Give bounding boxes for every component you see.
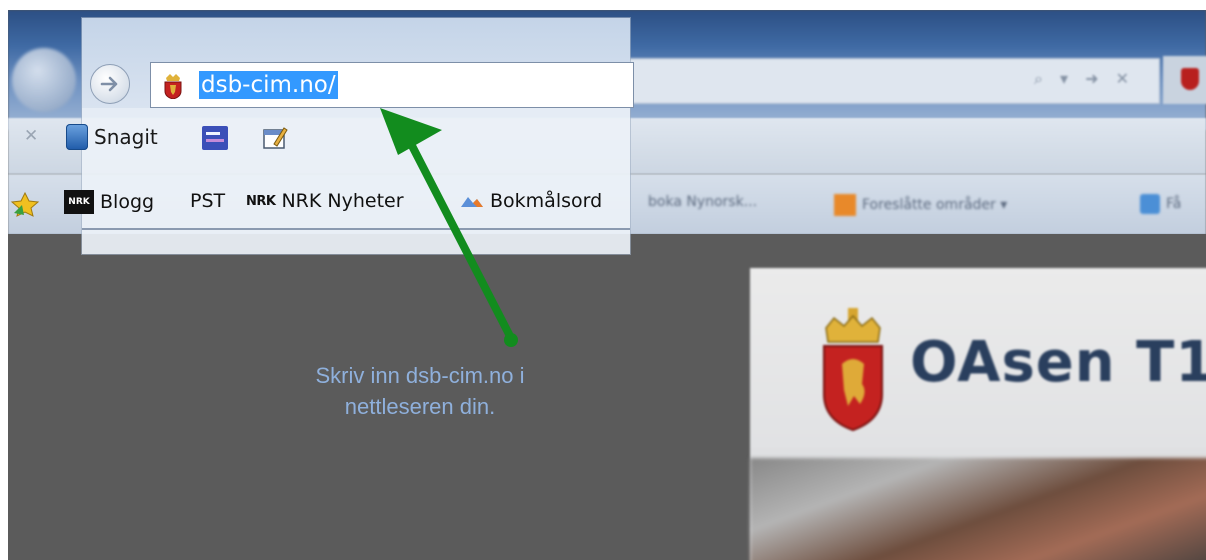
annotation-arrow-icon (380, 108, 518, 347)
screenshot-stage: ⌕ ▾ ➜ ✕ boka Nynorsk... Foreslåtte områd… (8, 10, 1206, 560)
